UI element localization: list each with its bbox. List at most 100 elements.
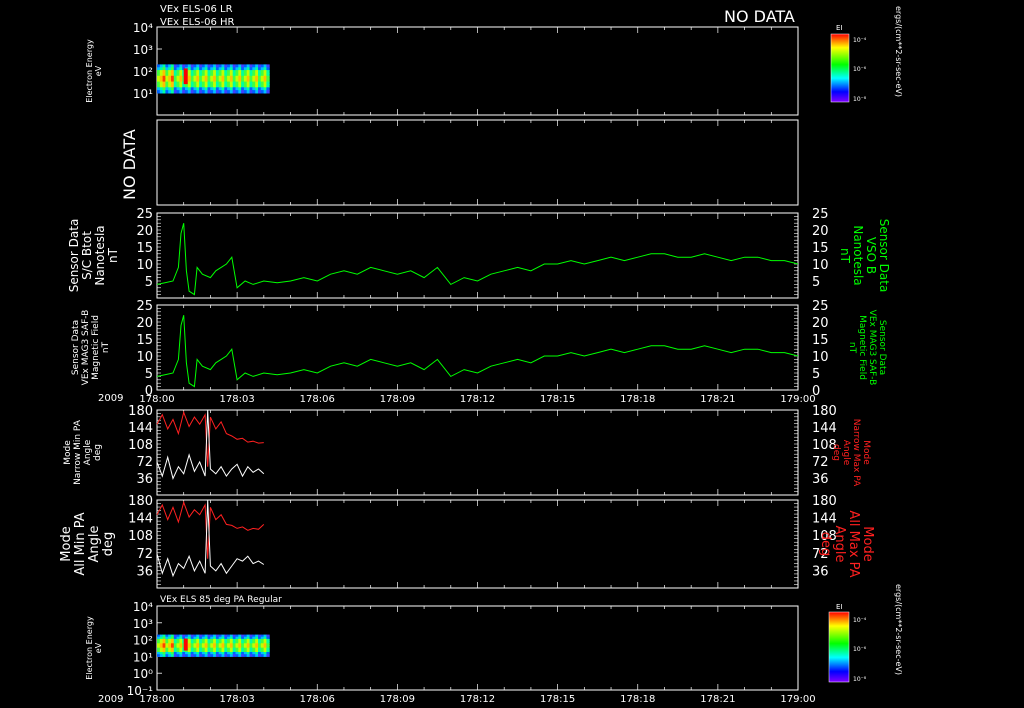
panel-6-ytick-label-left: 180 (128, 494, 153, 509)
panel-6-ytick-label-left: 72 (136, 547, 153, 562)
panel-4-ylabel-right: Sensor DataVEx MAG3 SAF-BMagnetic Fieldn… (847, 310, 887, 386)
panel-6-ytick-label-right: 36 (812, 564, 829, 579)
colorbar-bottom: EI 10⁻⁴ 10⁻⁶ 10⁻⁸ ergs/(cm**2-sr-sec-eV) (828, 584, 903, 683)
panel-1-heat-cell (187, 84, 192, 88)
panel-6-ylabel-right-line-1: Mode (860, 526, 875, 561)
panel-1-heat-cell (252, 70, 256, 74)
panel-3-ytick-label-left: 10 (136, 258, 153, 273)
panel-6-ylabel-left: Mode All Min PA Angle deg (59, 512, 116, 575)
panel-4-ytick-label-right: 5 (812, 367, 820, 382)
panel-5-ylabel-right-line-3: Angle (841, 440, 851, 466)
panel-4-ytick-label-left: 20 (136, 316, 153, 331)
colorbar-bottom-tick-2: 10⁻⁶ (853, 646, 867, 653)
xtick-label-top: 178:03 (220, 394, 255, 405)
colorbar-top: EI 10⁻⁴ 10⁻⁶ 10⁻⁸ ergs/(cm**2-sr-sec-eV) (830, 6, 903, 103)
panel-5-ytick-label-right: 144 (812, 421, 837, 436)
panel-1-ylabel-line-1: Electron Energy (85, 39, 94, 103)
panel-7-ylabel: Electron Energy eV (85, 616, 103, 680)
panel-1-heat-peak (183, 68, 188, 85)
panel-3-ylabel-left-line-2: S/C Btot (80, 231, 94, 280)
panel-1-ytick-label: 10³ (133, 43, 153, 57)
panel-1-heat-cell (252, 84, 256, 88)
panel-frame-5 (156, 409, 799, 496)
panel-7-ytick-label: 10² (133, 634, 153, 648)
panel-4-ytick-label-left: 15 (136, 333, 153, 348)
panel-4-ylabel-left-line-1: Sensor Data (71, 320, 81, 375)
panel-3-ytick-label-left: 25 (136, 207, 153, 222)
colorbar-bottom-tick-1: 10⁻⁴ (853, 617, 867, 624)
colorbar-bottom-gradient (828, 611, 850, 683)
panel-7-ylabel-line-1: Electron Energy (85, 616, 94, 680)
panel-7-heat-cell (266, 654, 270, 657)
panel-1-ylabel: Electron Energy eV (85, 39, 103, 103)
panel-6-ylabel-left-line-2: All Min PA (73, 512, 88, 575)
panel-7-ytick-label: 10⁰ (133, 667, 153, 681)
colorbar-top-tick-3: 10⁻⁸ (853, 96, 867, 103)
colorbar-bottom-label: EI (836, 603, 843, 611)
panel-1-heat-cell (266, 78, 270, 83)
panel-frame-6 (156, 499, 799, 589)
xtick-label-bottom: 178:09 (380, 694, 415, 705)
panel-5-ylabel-right-line-4: deg (831, 444, 841, 461)
plot-canvas: VEx ELS-06 LR VEx ELS-06 HR NO DATA EI 1… (59, 4, 903, 705)
panel-1-ylabel-line-2: eV (94, 65, 103, 76)
panel-5-ytick-label-left: 144 (128, 421, 153, 436)
panel-3-ytick-label-right: 10 (812, 258, 829, 273)
colorbar-top-label: EI (836, 24, 843, 32)
panel-6-ylabel-left-line-1: Mode (59, 526, 74, 561)
xtick-label-top: 178:15 (540, 394, 575, 405)
xtick-label-top: 178:21 (700, 394, 735, 405)
panel-6-ylabel-right-line-2: All Max PA (846, 510, 861, 577)
panel-5-ytick-label-left: 36 (136, 472, 153, 487)
xtick-label-top: 179:00 (780, 394, 815, 405)
panel-7-heat-peak (183, 638, 188, 651)
no-data-label: NO DATA (724, 7, 795, 26)
panel-1-ytick-label: 10¹ (133, 87, 153, 101)
year-label-top: 2009 (98, 393, 123, 404)
panel-5-ytick-label-left: 108 (128, 438, 153, 453)
panel-3-ytick-label-left: 5 (145, 275, 153, 290)
panel-7-ytick-label: 10³ (133, 617, 153, 631)
panel-6-ylabel-left-line-4: deg (101, 532, 116, 557)
panel-5-ylabel-right-line-1: Mode (861, 440, 871, 465)
panel-6-ytick-label-left: 144 (128, 512, 153, 527)
panel-3-ytick-label-right: 20 (812, 224, 829, 239)
panel-5-ytick-label-left: 72 (136, 455, 153, 470)
bottom-panel-title: VEx ELS 85 deg PA Regular (160, 595, 282, 605)
panel-3-ytick-label-right: 15 (812, 241, 829, 256)
panel-5-ytick-label-right: 180 (812, 404, 837, 419)
panel-1-heat-cell (266, 70, 270, 74)
panel-3-ylabel-right-line-4: nT (838, 248, 852, 264)
header-title-line-1: VEx ELS-06 LR (160, 4, 233, 15)
panel-5-ytick-label-left: 180 (128, 404, 153, 419)
panel-3-ytick-label-left: 20 (136, 224, 153, 239)
panel-5-ylabel-left: Mode Narrow Min PA Angle deg (63, 419, 103, 485)
panel-1-heat-cell (252, 78, 256, 83)
panel-4-ylabel-left: Sensor Data VEx MAG3 SAF-B Magnetic Field n… (71, 310, 111, 386)
panel-5-ytick-label-right: 36 (812, 472, 829, 487)
panel-1-heat-cell (187, 78, 192, 83)
panel-1-ytick-label: 10⁴ (133, 21, 153, 35)
panel-1-heat-cell (266, 84, 270, 88)
panel-1-heat-cell (187, 70, 192, 74)
xtick-label-top: 178:18 (620, 394, 655, 405)
colorbar-top-gradient (830, 33, 850, 103)
xtick-label-bottom: 178:00 (139, 694, 174, 705)
panel-6-ytick-label-right: 144 (812, 512, 837, 527)
panel-1-heat-cell (266, 75, 270, 80)
panel-1-heat-cell (252, 75, 256, 80)
colorbar-top-tick-1: 10⁻⁴ (853, 37, 867, 44)
colorbar-bottom-unit: ergs/(cm**2-sr-sec-eV) (894, 584, 903, 675)
panel-3-ylabel-right-line-2: VSO B (864, 237, 878, 274)
panel-3-ylabel-left: Sensor Data S/C Btot Nanotesla nT (67, 219, 120, 293)
panel-frame-4 (156, 304, 799, 391)
panel-6-ylabel-right-line-3: Angle (832, 526, 847, 563)
panel-4-ytick-label-right: 10 (812, 350, 829, 365)
panel-1-ytick-label: 10² (133, 65, 153, 79)
panel-6-ylabel-left-line-3: Angle (87, 526, 102, 563)
panel-3-ylabel-left-line-1: Sensor Data (67, 219, 81, 293)
panel-4-ylabel-right-line-2: VEx MAG3 SAF-B (867, 310, 877, 386)
panel-4-ylabel-right-line-4: nT (847, 342, 857, 354)
panel-5-ylabel-right: ModeNarrow Max PAAngledeg (831, 419, 871, 487)
panel-5-ytick-label-right: 72 (812, 455, 829, 470)
